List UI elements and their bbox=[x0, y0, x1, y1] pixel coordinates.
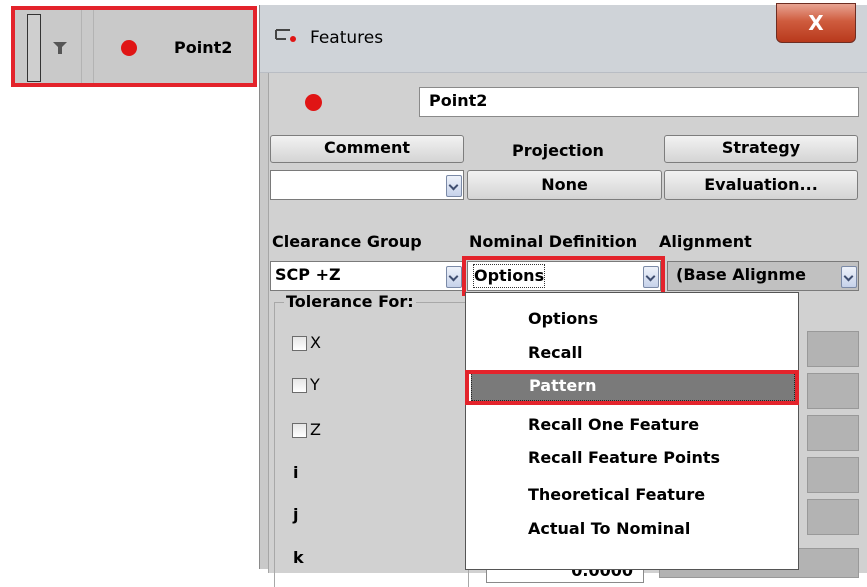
tolerance-for-label: Tolerance For: bbox=[284, 292, 416, 312]
column-divider bbox=[93, 10, 94, 83]
title-bar[interactable]: Features X bbox=[260, 3, 867, 73]
clearance-group-select[interactable]: SCP +Z bbox=[270, 261, 464, 291]
dropdown-item-options[interactable]: Options bbox=[528, 309, 598, 329]
nominal-definition-label: Nominal Definition bbox=[469, 232, 638, 251]
app-icon bbox=[275, 29, 296, 42]
dropdown-item-theoretical-feature[interactable]: Theoretical Feature bbox=[528, 485, 705, 505]
alignment-select[interactable]: (Base Alignme bbox=[667, 261, 859, 291]
feature-tree-row[interactable]: Point2 bbox=[11, 6, 257, 87]
axis-k-label: k bbox=[293, 548, 304, 567]
value-cell[interactable] bbox=[807, 457, 859, 493]
tree-feature-label: Point2 bbox=[174, 38, 233, 57]
tolerance-x-checkbox[interactable] bbox=[292, 336, 307, 351]
feature-name-input[interactable]: Point2 bbox=[419, 87, 859, 117]
dialog-title: Features bbox=[310, 28, 384, 48]
chevron-down-icon[interactable] bbox=[841, 266, 857, 288]
value-cell[interactable] bbox=[807, 499, 859, 535]
evaluation-button[interactable]: Evaluation... bbox=[664, 170, 858, 200]
nominal-definition-dropdown[interactable]: Options Recall Pattern Recall One Featur… bbox=[465, 292, 799, 570]
column-divider bbox=[81, 10, 82, 83]
highlight-pattern-item bbox=[465, 370, 799, 405]
comment-type-select[interactable] bbox=[270, 170, 464, 200]
projection-button[interactable]: None bbox=[467, 170, 662, 200]
filter-icon bbox=[53, 42, 67, 54]
value-cell[interactable] bbox=[807, 331, 859, 367]
feature-color-icon bbox=[305, 94, 322, 111]
tolerance-z-label: Z bbox=[310, 420, 321, 439]
projection-label: Projection bbox=[512, 141, 604, 160]
axis-i-label: i bbox=[293, 463, 299, 482]
tolerance-x-label: X bbox=[310, 333, 321, 352]
strategy-button[interactable]: Strategy bbox=[664, 135, 858, 163]
tolerance-y-checkbox[interactable] bbox=[292, 378, 307, 393]
dropdown-item-recall[interactable]: Recall bbox=[528, 343, 582, 363]
tolerance-z-checkbox[interactable] bbox=[292, 423, 307, 438]
dropdown-item-recall-one-feature[interactable]: Recall One Feature bbox=[528, 415, 699, 435]
row-handle[interactable] bbox=[27, 14, 41, 82]
clearance-group-label: Clearance Group bbox=[272, 232, 422, 251]
tolerance-y-label: Y bbox=[310, 375, 320, 394]
dropdown-item-actual-to-nominal[interactable]: Actual To Nominal bbox=[528, 519, 690, 539]
chevron-down-icon[interactable] bbox=[446, 175, 462, 197]
dropdown-item-recall-feature-points[interactable]: Recall Feature Points bbox=[528, 448, 720, 468]
highlight-nominal-select bbox=[462, 256, 665, 296]
close-button[interactable]: X bbox=[776, 3, 856, 43]
value-cell[interactable] bbox=[807, 415, 859, 451]
axis-j-label: j bbox=[293, 505, 299, 524]
value-cell[interactable] bbox=[807, 373, 859, 409]
feature-point-icon bbox=[121, 40, 137, 56]
comment-button[interactable]: Comment bbox=[270, 135, 464, 163]
alignment-label: Alignment bbox=[659, 232, 752, 251]
chevron-down-icon[interactable] bbox=[446, 266, 462, 288]
